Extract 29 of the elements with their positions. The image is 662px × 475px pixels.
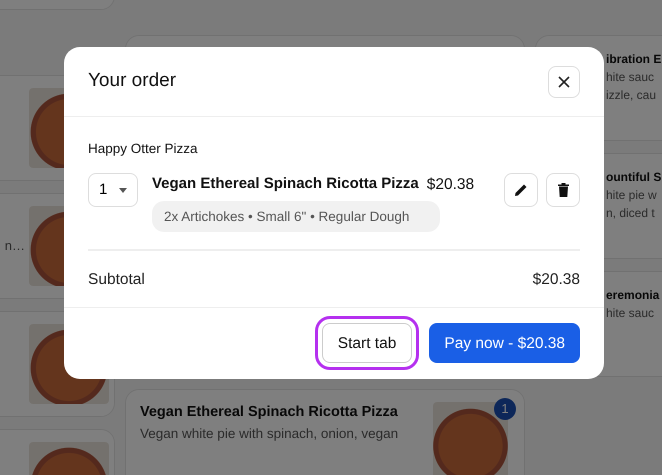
dish-description: hite sauc [606, 305, 656, 322]
count-badge: 1 [494, 398, 516, 420]
caret-icon [119, 188, 128, 193]
dish-name: ountiful S [606, 169, 662, 186]
item-price: $20.38 [426, 175, 474, 196]
dialog-title: Your order [88, 69, 176, 94]
item-name: Vegan Ethereal Spinach Ricotta Pizza [152, 174, 419, 194]
dish-name: Vegan Ethereal Spinach Ricotta Pizza [140, 403, 399, 422]
dish-description: hite sauc [606, 69, 656, 86]
close-button[interactable] [548, 66, 580, 98]
subtotal-amount: $20.38 [532, 270, 580, 290]
dish-description: hite pie w [606, 187, 658, 204]
pencil-icon [514, 183, 528, 198]
subtotal-label: Subtotal [88, 270, 145, 290]
pay-button[interactable]: Pay now - $20.38 [429, 323, 580, 364]
close-icon [558, 76, 570, 88]
dish-description: n, diced t [606, 205, 656, 222]
start-tab-button[interactable]: Start tab [314, 316, 420, 370]
restaurant-name: Happy Otter Pizza [88, 140, 199, 158]
dish-description: Vegan white pie with spinach, onion, vegan [140, 424, 400, 443]
quantity-select[interactable]: 1 [88, 173, 138, 208]
dish-name: ibration E [606, 51, 662, 68]
dish-description: izzle, cau [606, 87, 658, 104]
edit-button[interactable] [504, 173, 538, 208]
trash-icon [558, 183, 568, 198]
dish-name: n… [4, 237, 25, 256]
dish-name: eremonia [606, 287, 660, 304]
delete-button[interactable] [546, 173, 580, 208]
item-options: 2x Artichokes • Small 6" • Regular Dough [152, 201, 440, 232]
